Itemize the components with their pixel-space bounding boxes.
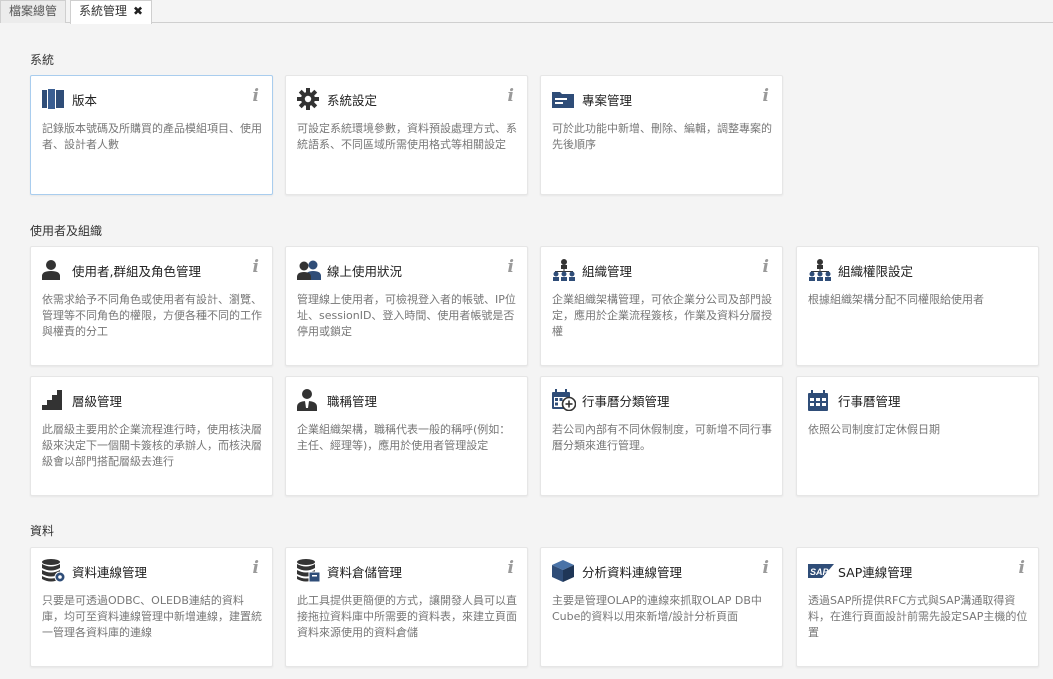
calendar-icon: [808, 389, 834, 411]
card-org-permission[interactable]: 組織權限設定 根據組織架構分配不同權限給使用者: [796, 246, 1039, 366]
card-project-management[interactable]: 專案管理 i 可於此功能中新增、刪除、編輯，調整專案的先後順序: [540, 75, 783, 195]
card-description: 主要是管理OLAP的連線來抓取OLAP DB中Cube的資料以用來新增/設計分析…: [552, 594, 762, 623]
card-system-settings[interactable]: 系統設定 i 可設定系統環境參數，資料預設處理方式、系統語系、不同區域所需使用格…: [285, 75, 528, 195]
card-title: 職稱管理: [327, 394, 378, 409]
card-description: 若公司內部有不同休假制度，可新增不同行事曆分類來進行管理。: [552, 423, 772, 452]
card-description: 此層級主要用於企業流程進行時，使用核決層級來決定下一個關卡簽核的承辦人，而核決層…: [42, 423, 262, 468]
info-icon[interactable]: i: [763, 86, 769, 106]
gear-icon: [297, 88, 323, 110]
card-version[interactable]: 版本 i 記錄版本號碼及所購買的產品模組項目、使用者、設計者人數: [30, 75, 273, 195]
tab-system-admin[interactable]: 系統管理 ✖: [70, 0, 153, 24]
card-title: 資料倉儲管理: [327, 565, 403, 580]
users-icon: [297, 259, 323, 281]
card-description: 此工具提供更簡便的方式，讓開發人員可以直接拖拉資料庫中所需要的資料表，來建立頁面…: [297, 594, 517, 639]
card-calendar-category[interactable]: 行事曆分類管理 若公司內部有不同休假制度，可新增不同行事曆分類來進行管理。: [540, 376, 783, 496]
card-description: 可於此功能中新增、刪除、編輯，調整專案的先後順序: [552, 122, 772, 151]
sap-icon: SAP: [808, 560, 834, 582]
card-description: 企業組織架構管理，可依企業分公司及部門設定，應用於企業流程簽核，作業及資料分層授…: [552, 293, 772, 338]
card-description: 依需求給予不同角色或使用者有設計、瀏覽、管理等不同角色的權限，方便各種不同的工作…: [42, 293, 262, 338]
card-description: 企業組織架構，職稱代表一般的稱呼(例如：主任、經理等)，應用於使用者管理設定: [297, 423, 511, 452]
tab-bar: 檔案總管 系統管理 ✖: [0, 0, 1053, 24]
card-org-management[interactable]: 組織管理 i 企業組織架構管理，可依企業分公司及部門設定，應用於企業流程簽核，作…: [540, 246, 783, 366]
section-title-system: 系統: [30, 53, 55, 67]
card-title: 層級管理: [72, 394, 123, 409]
section-title-users-org: 使用者及組織: [30, 224, 103, 238]
card-data-warehouse[interactable]: 資料倉儲管理 i 此工具提供更簡便的方式，讓開發人員可以直接拖拉資料庫中所需要的…: [285, 547, 528, 667]
info-icon[interactable]: i: [1019, 558, 1025, 578]
warehouse-icon: [297, 559, 323, 583]
card-job-title[interactable]: 職稱管理 企業組織架構，職稱代表一般的稱呼(例如：主任、經理等)，應用於使用者管…: [285, 376, 528, 496]
card-online-usage[interactable]: 線上使用狀況 i 管理線上使用者，可檢視登入者的帳號、IP位址、sessionI…: [285, 246, 528, 366]
employee-icon: [297, 389, 323, 411]
card-description: 依照公司制度訂定休假日期: [808, 423, 940, 436]
card-title: 分析資料連線管理: [582, 565, 683, 580]
card-description: 透過SAP所提供RFC方式與SAP溝通取得資料，在進行頁面設計前需先設定SAP主…: [808, 594, 1028, 639]
card-title: 系統設定: [327, 93, 378, 108]
user-icon: [42, 259, 68, 281]
close-icon[interactable]: ✖: [133, 4, 143, 18]
card-title: SAP連線管理: [838, 565, 913, 580]
card-title: 專案管理: [582, 93, 633, 108]
card-level-management[interactable]: 層級管理 此層級主要用於企業流程進行時，使用核決層級來決定下一個關卡簽核的承辦人…: [30, 376, 273, 496]
card-title: 行事曆管理: [838, 394, 901, 409]
cube-icon: [552, 560, 578, 582]
info-icon[interactable]: i: [763, 558, 769, 578]
info-icon[interactable]: i: [508, 257, 514, 277]
database-icon: [42, 559, 68, 583]
card-user-group-role[interactable]: 使用者,群組及角色管理 i 依需求給予不同角色或使用者有設計、瀏覽、管理等不同角…: [30, 246, 273, 366]
org-icon: [552, 259, 578, 281]
card-title: 版本: [72, 93, 98, 108]
svg-text:SAP: SAP: [810, 567, 830, 577]
card-title: 組織權限設定: [838, 264, 914, 279]
card-description: 記錄版本號碼及所購買的產品模組項目、使用者、設計者人數: [42, 122, 262, 151]
card-sap-connection[interactable]: SAP SAP連線管理 i 透過SAP所提供RFC方式與SAP溝通取得資料，在進…: [796, 547, 1039, 667]
card-description: 管理線上使用者，可檢視登入者的帳號、IP位址、sessionID、登入時間、使用…: [297, 293, 516, 338]
info-icon[interactable]: i: [763, 257, 769, 277]
card-calendar-management[interactable]: 行事曆管理 依照公司制度訂定休假日期: [796, 376, 1039, 496]
info-icon[interactable]: i: [508, 558, 514, 578]
info-icon[interactable]: i: [253, 86, 259, 106]
card-title: 線上使用狀況: [327, 264, 403, 279]
org-icon: [808, 259, 834, 281]
info-icon[interactable]: i: [253, 257, 259, 277]
card-title: 行事曆分類管理: [582, 394, 670, 409]
book-icon: [42, 88, 68, 110]
info-icon[interactable]: i: [508, 86, 514, 106]
tab-file-explorer[interactable]: 檔案總管: [0, 0, 67, 23]
card-data-connection[interactable]: 資料連線管理 i 只要是可透過ODBC、OLEDB連結的資料庫，均可至資料連線管…: [30, 547, 273, 667]
card-analysis-connection[interactable]: 分析資料連線管理 i 主要是管理OLAP的連線來抓取OLAP DB中Cube的資…: [540, 547, 783, 667]
card-title: 資料連線管理: [72, 565, 148, 580]
card-description: 可設定系統環境參數，資料預設處理方式、系統語系、不同區域所需使用格式等相關設定: [297, 122, 517, 151]
card-description: 根據組織架構分配不同權限給使用者: [808, 293, 984, 306]
folder-icon: [552, 88, 578, 110]
info-icon[interactable]: i: [253, 558, 259, 578]
card-title: 組織管理: [582, 264, 633, 279]
section-title-data: 資料: [30, 524, 55, 538]
stairs-icon: [42, 389, 68, 411]
tab-label: 檔案總管: [9, 4, 58, 18]
calendar-plus-icon: [552, 389, 578, 411]
card-title: 使用者,群組及角色管理: [72, 264, 201, 279]
tab-label: 系統管理: [79, 4, 128, 18]
card-description: 只要是可透過ODBC、OLEDB連結的資料庫，均可至資料連線管理中新增連線，建置…: [42, 594, 262, 639]
